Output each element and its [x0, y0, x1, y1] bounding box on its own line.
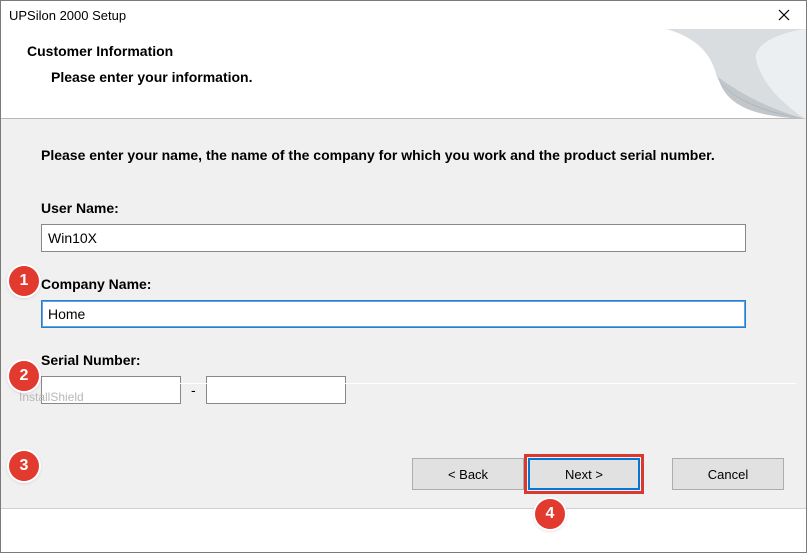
- setup-window: UPSilon 2000 Setup Customer Information …: [0, 0, 807, 553]
- header-area: Customer Information Please enter your i…: [1, 29, 806, 119]
- user-name-label: User Name:: [41, 200, 772, 216]
- next-button[interactable]: Next >: [528, 458, 640, 490]
- chevron-left-icon: <: [448, 467, 456, 482]
- serial-part2-input[interactable]: [206, 376, 346, 404]
- company-name-block: Company Name:: [41, 276, 772, 328]
- next-button-highlight: Next >: [524, 454, 644, 494]
- chevron-right-icon: >: [595, 467, 603, 482]
- annotation-badge-1: 1: [9, 266, 39, 296]
- window-title: UPSilon 2000 Setup: [9, 8, 798, 23]
- serial-number-block: Serial Number: -: [41, 352, 772, 404]
- annotation-badge-3: 3: [9, 451, 39, 481]
- company-name-label: Company Name:: [41, 276, 772, 292]
- cancel-button-label: Cancel: [708, 467, 748, 482]
- footer-separator: [129, 383, 796, 384]
- cancel-button[interactable]: Cancel: [672, 458, 784, 490]
- user-name-block: User Name:: [41, 200, 772, 252]
- annotation-badge-4: 4: [535, 499, 565, 529]
- button-row: < Back Next > Cancel: [412, 454, 784, 494]
- annotation-badge-2: 2: [9, 361, 39, 391]
- user-name-input[interactable]: [41, 224, 746, 252]
- header-title: Customer Information: [27, 43, 784, 59]
- close-icon: [778, 9, 790, 21]
- back-button-label: Back: [459, 467, 488, 482]
- serial-number-label: Serial Number:: [41, 352, 772, 368]
- footer-brand: InstallShield: [19, 390, 84, 404]
- back-button[interactable]: < Back: [412, 458, 524, 490]
- titlebar: UPSilon 2000 Setup: [1, 1, 806, 29]
- content-area: Please enter your name, the name of the …: [1, 119, 806, 509]
- footer-area: InstallShield < Back Next > Cancel: [1, 448, 806, 508]
- serial-dash: -: [191, 382, 196, 398]
- instruction-text: Please enter your name, the name of the …: [41, 145, 772, 166]
- close-button[interactable]: [762, 1, 806, 29]
- header-subtitle: Please enter your information.: [51, 69, 784, 85]
- next-button-label: Next: [565, 467, 592, 482]
- company-name-input[interactable]: [41, 300, 746, 328]
- serial-number-row: -: [41, 376, 772, 404]
